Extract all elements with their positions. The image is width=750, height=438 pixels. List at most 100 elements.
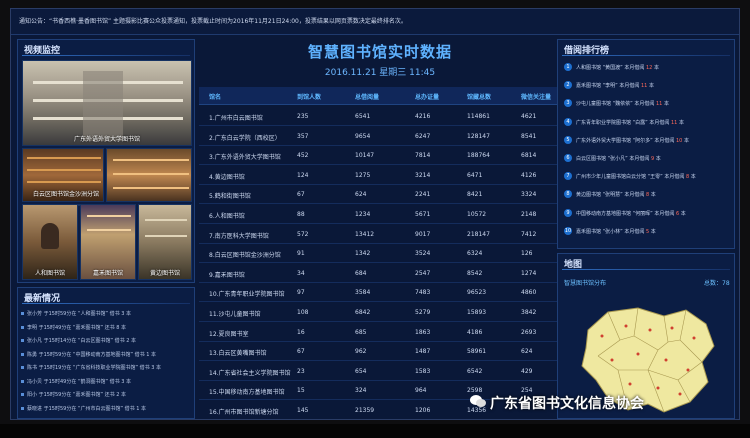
ranking-item[interactable]: 8 黄边图书馆 “张明慧” 本月借阅 8 本 xyxy=(564,189,730,201)
rank-badge: 6 xyxy=(564,154,572,162)
ranking-item-text: 沙屯儿童图书馆 “魏依依” 本月借阅 11 本 xyxy=(576,100,669,107)
rank-badge: 4 xyxy=(564,117,572,126)
table-row[interactable]: 3.广东外语外贸大学图书馆 452 10147 7814 188764 6814 xyxy=(199,146,561,166)
news-panel: 最新情况 张小芳 于15时59分在 “人和图书馆” 借书 3 本李明 于15时4… xyxy=(17,287,195,419)
table-row[interactable]: 7.南方医科大学图书馆 572 13412 9017 218147 7412 xyxy=(199,225,561,244)
ranking-panel: 借阅排行榜 1 人和图书馆 “黄国渡” 本月借阅 12 本 2 嘉禾图书馆 “李明” … xyxy=(557,39,735,249)
news-item: 李明 于15时49分在 “嘉禾图书馆” 还书 8 本 xyxy=(21,324,126,331)
table-row[interactable]: 4.黄边图书馆 124 1275 3214 6471 4126 xyxy=(199,166,561,185)
cell-loans: 624 xyxy=(355,191,367,199)
video-tile-1[interactable]: 广东外语外贸大学图书馆 xyxy=(22,60,192,146)
ranking-item[interactable]: 2 嘉禾图书馆 “李明” 本月借阅 11 本 xyxy=(564,80,730,92)
table-row[interactable]: 2.广东白云学院（西校区） 357 9654 6247 128147 8541 xyxy=(199,127,561,146)
cell-cards: 964 xyxy=(415,387,427,395)
rank-badge: 7 xyxy=(564,172,572,181)
video-tile-3[interactable] xyxy=(106,148,192,202)
ranking-label: 沙屯儿童图书馆 “魏依依” 本月借阅 xyxy=(576,101,655,108)
ranking-item[interactable]: 6 白云区图书馆 “张小凡” 本月借阅 9 本 xyxy=(564,153,730,165)
cell-cards: 1863 xyxy=(415,328,431,336)
cell-cards: 3524 xyxy=(415,250,431,258)
cell-cards: 1487 xyxy=(415,348,431,356)
taskbar xyxy=(0,424,750,438)
cell-visitors: 23 xyxy=(297,367,305,375)
news-item: 冯小贝 于15时49分在 “鹤洞图书馆” 借书 3 本 xyxy=(21,378,131,385)
video-tile-7[interactable]: 嘉禾图书馆 xyxy=(80,204,136,280)
ranking-item[interactable]: 4 广东青年职业学院图书馆 “白露” 本月借阅 11 本 xyxy=(564,117,730,129)
cell-wechat: 4860 xyxy=(521,289,537,297)
cell-visitors: 67 xyxy=(297,191,305,199)
table-row[interactable]: 5.鹤和街图书馆 67 624 2241 8421 3324 xyxy=(199,185,561,205)
cell-collection: 15893 xyxy=(467,309,487,316)
wechat-icon xyxy=(470,395,486,407)
cell-name: 8.白云区图书馆金沙洲分馆 xyxy=(209,252,281,260)
ranking-count: 11 xyxy=(655,101,663,108)
ranking-item-text: 中国移动南方基地图书馆 “何丽晖” 本月借阅 6 本 xyxy=(576,210,686,217)
cell-loans: 962 xyxy=(355,348,367,356)
table-row[interactable]: 8.白云区图书馆金沙洲分馆 91 1342 3524 6324 126 xyxy=(199,244,561,264)
cell-loans: 654 xyxy=(355,367,367,375)
table-row[interactable]: 12.夏良图书室 16 685 1863 4186 2693 xyxy=(199,323,561,342)
rank-badge: 9 xyxy=(564,208,572,217)
news-item: 张小芳 于15时59分在 “人和图书馆” 借书 3 本 xyxy=(21,310,131,317)
ranking-count: 11 xyxy=(640,83,648,90)
ranking-item-text: 黄边图书馆 “张明慧” 本月借阅 8 本 xyxy=(576,191,656,198)
table-row[interactable]: 9.嘉禾图书馆 34 684 2547 8542 1274 xyxy=(199,264,561,283)
rank-badge: 5 xyxy=(564,135,572,144)
cell-cards: 4216 xyxy=(415,113,431,120)
cell-collection: 96523 xyxy=(467,289,487,297)
bullet-icon xyxy=(21,379,24,383)
news-item-text: 陈勇 于15时59分在 “中国移动南方基地图书馆” 借书 1 本 xyxy=(27,351,157,358)
video-tile-8[interactable]: 黄边图书馆 xyxy=(138,204,192,280)
ranking-label: 嘉禾图书馆 “李明” 本月借阅 xyxy=(576,83,640,90)
table-row[interactable]: 10.广东青年职业学院图书馆 97 3584 7483 96523 4860 xyxy=(199,283,561,303)
table-row[interactable]: 6.人和图书馆 88 1234 5671 10572 2148 xyxy=(199,205,561,224)
cell-loans: 685 xyxy=(355,328,367,336)
ranking-item[interactable]: 9 中国移动南方基地图书馆 “何丽晖” 本月借阅 6 本 xyxy=(564,208,730,220)
cell-loans: 3584 xyxy=(355,289,371,297)
cell-name: 3.广东外语外贸大学图书馆 xyxy=(209,154,281,162)
ranking-item-text: 广州市少年儿童图书馆白云分馆 “王零” 本月借阅 8 本 xyxy=(576,173,696,180)
cell-visitors: 235 xyxy=(297,113,309,120)
ranking-unit: 本 xyxy=(678,119,684,126)
cell-name: 2.广东白云学院（西校区） xyxy=(209,134,281,142)
map-total: 总数：78 xyxy=(704,280,730,287)
cell-collection: 6324 xyxy=(467,250,483,258)
ranking-item[interactable]: 10 嘉禾图书馆 “张小林” 本月借阅 5 本 xyxy=(564,226,730,238)
cell-visitors: 91 xyxy=(297,250,305,258)
cell-collection: 114861 xyxy=(467,113,490,120)
cell-name: 14.广东省社会主义学院图书馆 xyxy=(209,369,291,377)
table-row[interactable]: 1.广州市白云图书馆 235 6541 4216 114861 4621 xyxy=(199,107,561,126)
ranking-item[interactable]: 5 广东外语外贸大学图书馆 “阿尔多” 本月借阅 10 本 xyxy=(564,135,730,147)
column-header-cards: 总办证量 xyxy=(415,94,440,101)
video-tile-caption: 嘉禾图书馆 xyxy=(92,270,123,277)
ranking-item[interactable]: 3 沙屯儿童图书馆 “魏依依” 本月借阅 11 本 xyxy=(564,98,730,110)
cell-visitors: 15 xyxy=(297,387,305,395)
cell-loans: 324 xyxy=(355,387,367,395)
table-row[interactable]: 11.沙屯儿童图书馆 108 6842 5279 15893 3842 xyxy=(199,303,561,322)
cell-name: 15.中国移动南方基地图书馆 xyxy=(209,389,285,397)
cell-name: 11.沙屯儿童图书馆 xyxy=(209,311,261,318)
cell-wechat: 3842 xyxy=(521,309,537,316)
video-tile-6[interactable]: 人和图书馆 xyxy=(22,204,78,280)
cell-cards: 2547 xyxy=(415,269,431,277)
cell-name: 16.广州市图书馆新塘分馆 xyxy=(209,409,279,416)
ranking-item[interactable]: 1 人和图书馆 “黄国渡” 本月借阅 12 本 xyxy=(564,62,730,74)
notice-ticker: 通知公告：“书香西樵·墨香图书馆” 主题摄影比赛公众投票通知，投票截止时间为20… xyxy=(11,9,739,35)
panel-title-divider xyxy=(22,55,190,56)
cell-collection: 8421 xyxy=(467,191,483,199)
ranking-item-text: 人和图书馆 “黄国渡” 本月借阅 12 本 xyxy=(576,64,659,71)
cell-cards: 5671 xyxy=(415,211,431,218)
panel-title-divider xyxy=(562,55,730,56)
table-row[interactable]: 13.白云区黄嘴图书馆 67 962 1487 58961 624 xyxy=(199,342,561,362)
table-row[interactable]: 14.广东省社会主义学院图书馆 23 654 1583 6542 429 xyxy=(199,362,561,381)
column-header-name: 馆名 xyxy=(209,94,222,101)
rank-badge: 10 xyxy=(564,226,572,235)
cell-cards: 2241 xyxy=(415,191,431,199)
ranking-item[interactable]: 7 广州市少年儿童图书馆白云分馆 “王零” 本月借阅 8 本 xyxy=(564,171,730,183)
cell-wechat: 2693 xyxy=(521,328,537,336)
rank-badge: 2 xyxy=(564,81,572,90)
cell-name: 5.鹤和街图书馆 xyxy=(209,193,251,201)
cell-collection: 218147 xyxy=(467,230,490,238)
date-time: 2016.11.21 星期三 11:45 xyxy=(324,68,436,78)
ranking-unit: 本 xyxy=(648,83,654,90)
